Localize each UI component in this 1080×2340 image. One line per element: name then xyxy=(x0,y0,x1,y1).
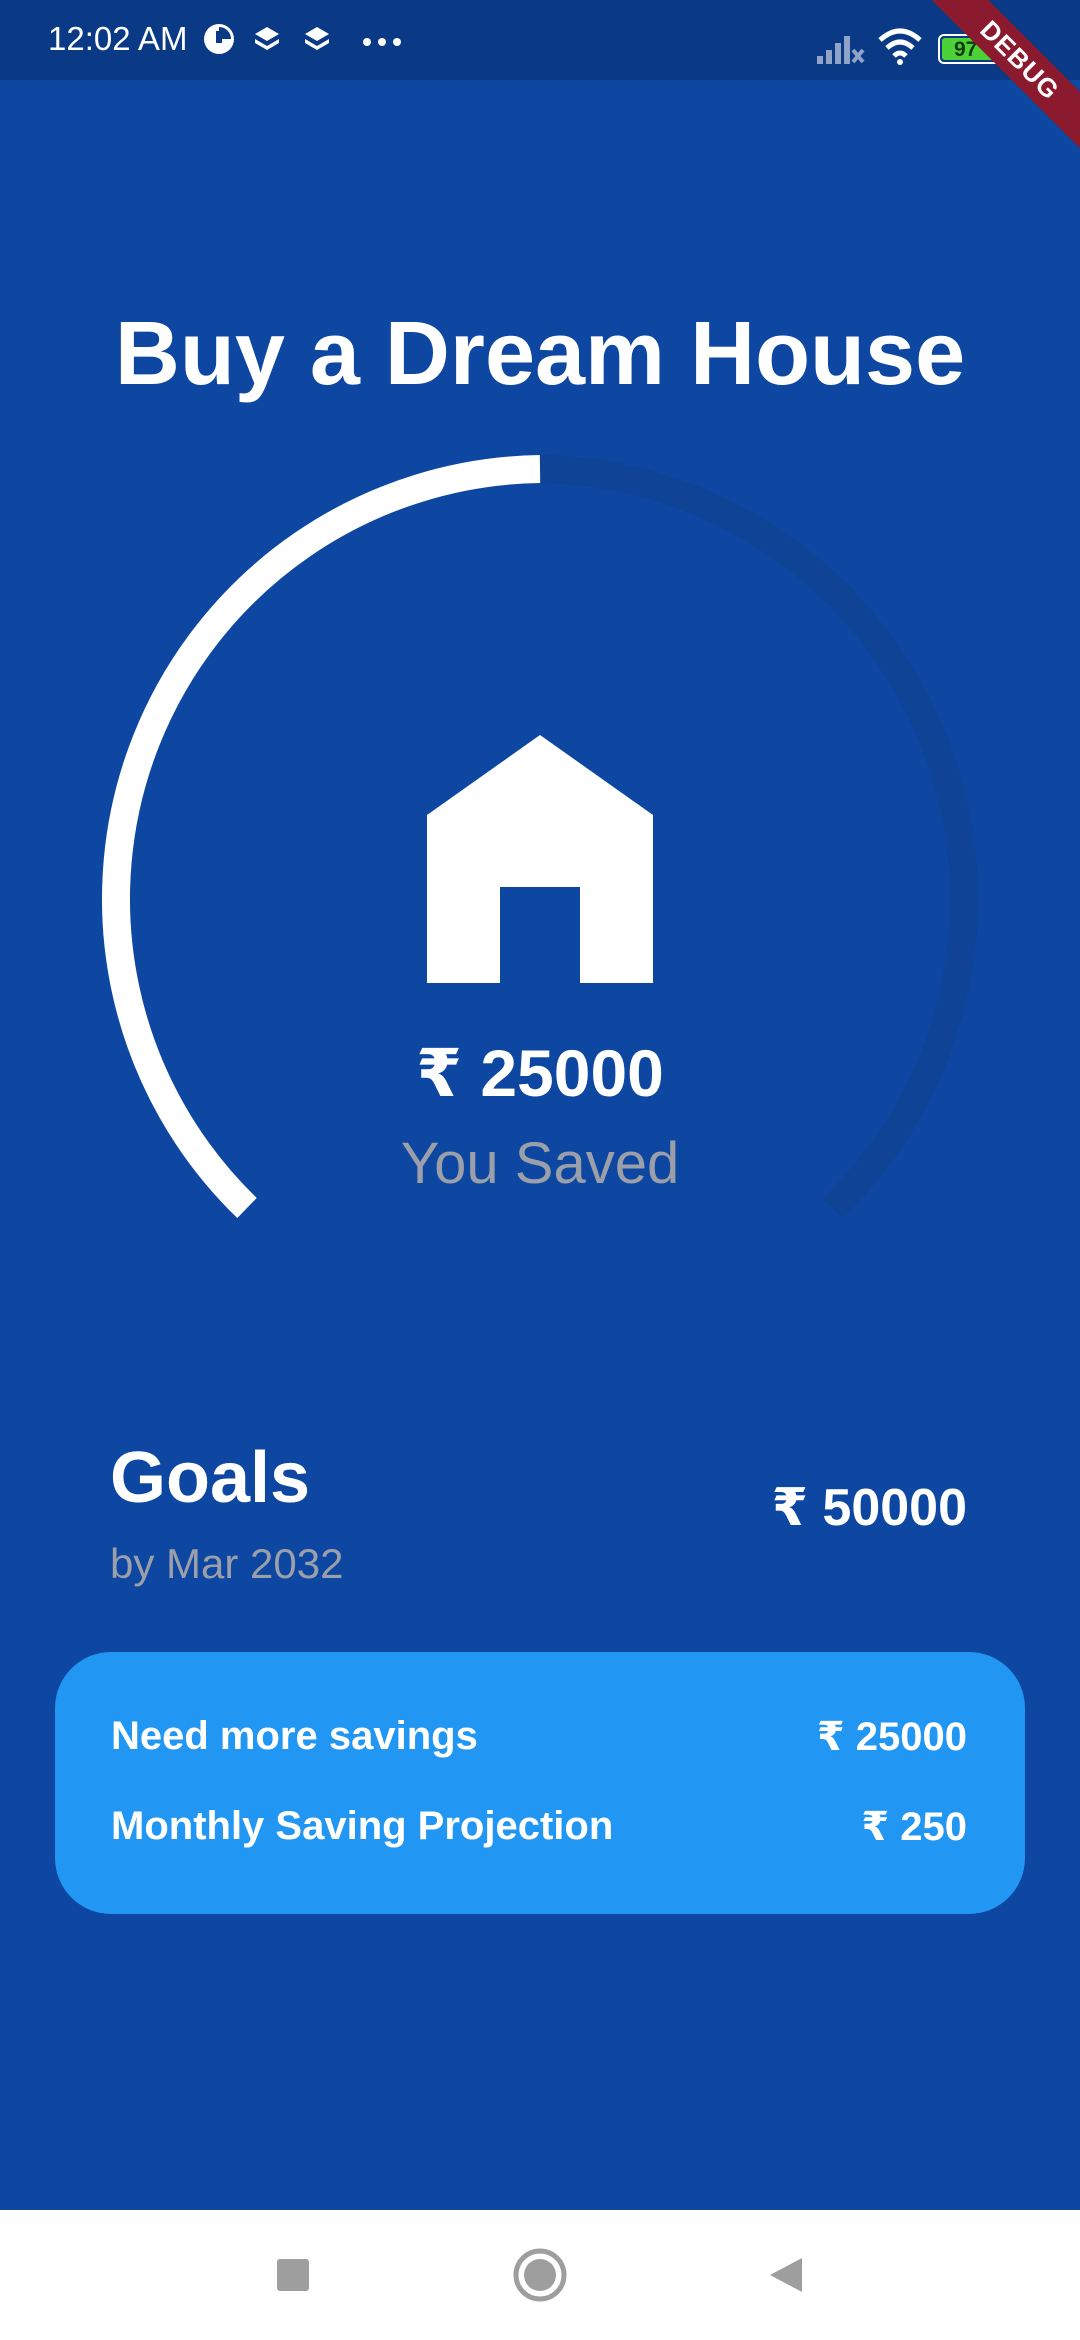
goal-title: Buy a Dream House xyxy=(114,304,966,404)
square-icon xyxy=(277,2259,309,2291)
saved-amount: ₹ 25000 xyxy=(416,1036,664,1110)
saved-label: You Saved xyxy=(400,1131,680,1196)
debug-label: DEBUG xyxy=(921,0,1080,159)
home-button[interactable] xyxy=(480,2210,600,2340)
more-dots-icon xyxy=(362,34,402,52)
signal-off-icon xyxy=(815,30,865,71)
triangle-back-icon xyxy=(770,2258,802,2292)
savings-info-card: Need more savings ₹ 25000 Monthly Saving… xyxy=(55,1652,1025,1914)
need-more-savings-value: ₹ 25000 xyxy=(816,1715,967,1759)
back-button[interactable] xyxy=(726,2210,846,2340)
goal-target-amount: ₹ 50000 xyxy=(771,1479,967,1537)
pie-icon xyxy=(202,22,236,61)
house-icon xyxy=(425,735,655,990)
recents-button[interactable] xyxy=(232,2210,352,2340)
monthly-projection-label: Monthly Saving Projection xyxy=(111,1804,614,1848)
layers-icon xyxy=(302,24,332,59)
debug-banner: DEBUG xyxy=(920,0,1080,160)
layers-icon xyxy=(252,24,282,59)
need-more-savings-label: Need more savings xyxy=(111,1714,478,1758)
status-time: 12:02 AM xyxy=(48,20,188,57)
goals-date: by Mar 2032 xyxy=(110,1540,344,1587)
monthly-projection-value: ₹ 250 xyxy=(861,1805,967,1849)
status-bar: 12:02 AM 97 DEBUG xyxy=(0,0,1080,159)
goals-heading: Goals xyxy=(110,1438,311,1518)
app-screen: 12:02 AM 97 DEBUG Buy a Dream House ₹ 25… xyxy=(0,0,1080,2340)
system-nav-bar xyxy=(0,2210,1080,2340)
wifi-icon xyxy=(876,26,924,71)
